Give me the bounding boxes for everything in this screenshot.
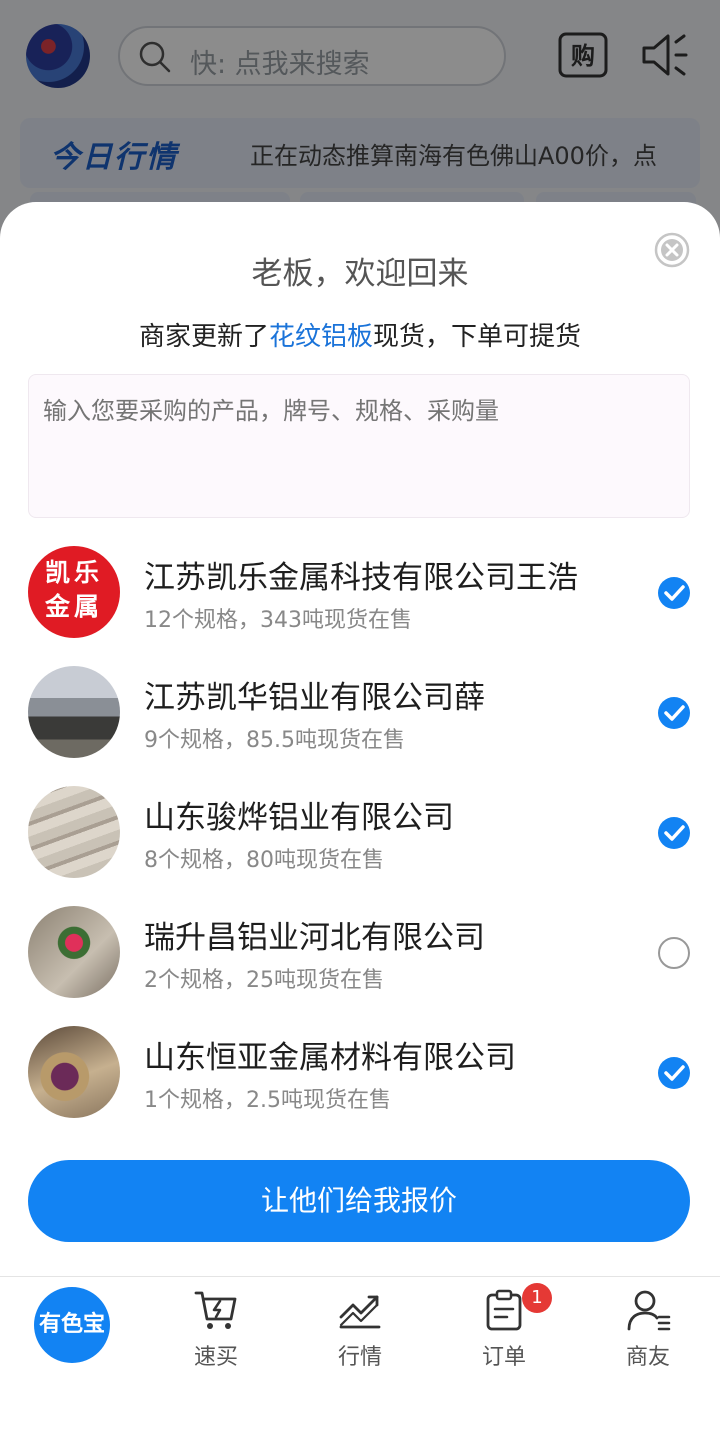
supplier-row[interactable]: 山东恒亚金属材料有限公司 1个规格，2.5吨现货在售 bbox=[0, 1026, 720, 1146]
checked-icon[interactable] bbox=[657, 576, 691, 610]
supplier-name: 山东骏烨铝业有限公司 bbox=[144, 800, 454, 836]
supplier-photo bbox=[28, 666, 120, 758]
supplier-row[interactable]: 凯乐金属 江苏凯乐金属科技有限公司王浩 12个规格，343吨现货在售 bbox=[0, 546, 720, 666]
supplier-stock-info: 12个规格，343吨现货在售 bbox=[144, 608, 412, 633]
modal-title: 老板，欢迎回来 bbox=[251, 256, 469, 292]
nav-item-contacts[interactable]: 商友 bbox=[576, 1287, 720, 1379]
supplier-stock-info: 2个规格，25吨现货在售 bbox=[144, 968, 384, 993]
supplier-logo: 凯乐 金属 bbox=[28, 546, 120, 638]
checked-icon[interactable] bbox=[657, 1056, 691, 1090]
logo-text-line-1: 凯乐 bbox=[44, 558, 103, 587]
nav-item-orders[interactable]: 订单 bbox=[432, 1287, 576, 1379]
nav-label: 行情 bbox=[337, 1345, 382, 1370]
supplier-stock-info: 9个规格，85.5吨现货在售 bbox=[144, 728, 405, 753]
modal-subtitle: 商家更新了花纹铝板现货，下单可提货 bbox=[0, 316, 720, 353]
supplier-name: 山东恒亚金属材料有限公司 bbox=[144, 1040, 516, 1076]
nav-item-market[interactable]: 行情 bbox=[288, 1287, 432, 1379]
nav-item-quick-buy[interactable]: 速买 bbox=[144, 1287, 288, 1379]
nav-home[interactable]: 有色宝 bbox=[34, 1287, 110, 1363]
supplier-row[interactable]: 江苏凯华铝业有限公司薛 9个规格，85.5吨现货在售 bbox=[0, 666, 720, 786]
supplier-name: 江苏凯乐金属科技有限公司王浩 bbox=[144, 560, 578, 596]
supplier-stock-info: 8个规格，80吨现货在售 bbox=[144, 848, 384, 873]
supplier-name: 瑞升昌铝业河北有限公司 bbox=[144, 920, 485, 956]
checked-icon[interactable] bbox=[657, 816, 691, 850]
nav-label: 商友 bbox=[625, 1345, 670, 1370]
supplier-name: 江苏凯华铝业有限公司薛 bbox=[144, 680, 485, 716]
product-link[interactable]: 花纹铝板 bbox=[269, 322, 373, 352]
supplier-photo bbox=[28, 786, 120, 878]
trend-chart-icon bbox=[339, 1295, 381, 1329]
welcome-modal: 老板，欢迎回来 商家更新了花纹铝板现货，下单可提货 凯乐金属 江苏凯乐金属科技有… bbox=[0, 202, 720, 1276]
supplier-stock-info: 1个规格，2.5吨现货在售 bbox=[144, 1088, 391, 1113]
checked-icon[interactable] bbox=[657, 696, 691, 730]
clipboard-icon bbox=[486, 1289, 522, 1331]
request-quote-button[interactable]: 让他们给我报价 bbox=[28, 1160, 690, 1242]
purchase-request-input[interactable] bbox=[28, 374, 690, 518]
unchecked-icon[interactable] bbox=[657, 936, 691, 970]
nav-label: 速买 bbox=[193, 1345, 238, 1370]
supplier-row[interactable]: 瑞升昌铝业河北有限公司 2个规格，25吨现货在售 bbox=[0, 906, 720, 1026]
order-count-badge: 1 bbox=[522, 1283, 552, 1313]
cart-bolt-icon bbox=[194, 1291, 237, 1329]
supplier-row[interactable]: 山东骏烨铝业有限公司 8个规格，80吨现货在售 bbox=[0, 786, 720, 906]
logo-text-line-2: 金属 bbox=[44, 592, 103, 621]
supplier-photo bbox=[28, 906, 120, 998]
subtitle-prefix: 商家更新了 bbox=[138, 322, 269, 352]
contacts-icon bbox=[627, 1290, 671, 1331]
bottom-nav: 有色宝 速买 行情 订单 1 商友 bbox=[0, 1276, 720, 1456]
supplier-photo bbox=[28, 1026, 120, 1118]
subtitle-suffix: 现货，下单可提货 bbox=[373, 322, 582, 352]
nav-label: 订单 bbox=[481, 1345, 526, 1370]
